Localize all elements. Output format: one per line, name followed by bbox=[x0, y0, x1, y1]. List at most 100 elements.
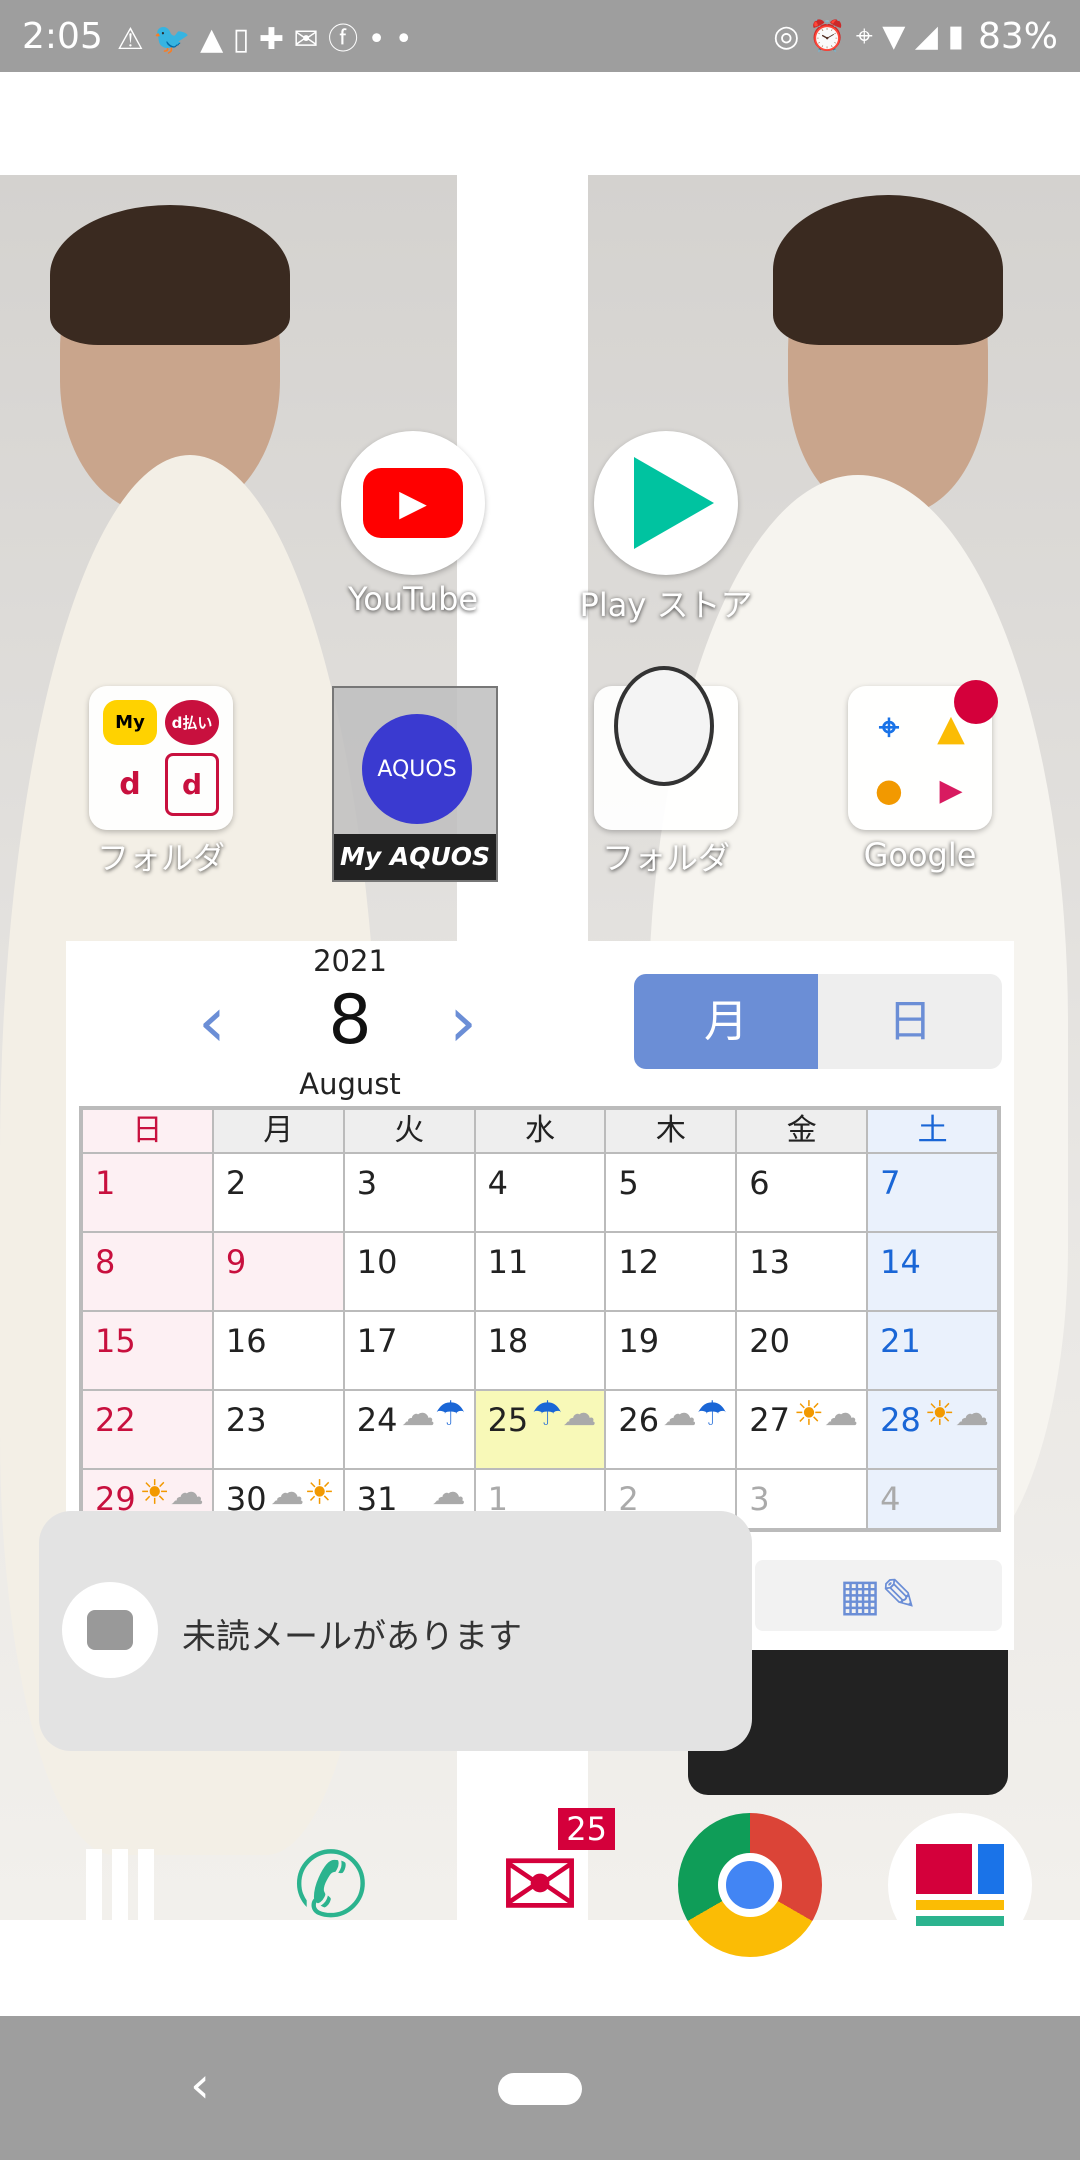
day-number: 23 bbox=[225, 1401, 267, 1439]
calendar-month-name: August bbox=[299, 1067, 401, 1101]
google-folder[interactable]: ⌖ ▲ ● ▶ bbox=[848, 680, 998, 830]
weekday-header: 火 bbox=[343, 1109, 475, 1153]
calendar-day[interactable]: 3 bbox=[736, 1469, 868, 1529]
calendar-day[interactable]: 16 bbox=[212, 1311, 344, 1390]
weather-cloudy-rain-icon: ☁☂ bbox=[401, 1394, 466, 1434]
calendar-day[interactable]: 7 bbox=[867, 1153, 998, 1232]
youtube-app[interactable]: ▶ bbox=[341, 431, 485, 575]
calendar-day[interactable]: 19 bbox=[605, 1311, 737, 1390]
calendar-day[interactable]: 3 bbox=[343, 1153, 475, 1232]
day-number: 13 bbox=[749, 1243, 790, 1281]
calendar-day[interactable]: 13 bbox=[736, 1232, 868, 1311]
calendar-day[interactable]: 21 bbox=[867, 1311, 998, 1390]
phone-app[interactable]: ✆ bbox=[266, 1820, 396, 1950]
day-number: 15 bbox=[95, 1322, 136, 1360]
month-view-button[interactable]: 月 bbox=[634, 974, 818, 1069]
phone-icon: ✆ bbox=[293, 1832, 369, 1938]
calendar-day[interactable]: 11 bbox=[474, 1232, 606, 1311]
docomo-folder[interactable]: My d払い d d bbox=[89, 686, 233, 830]
weekday-header: 木 bbox=[605, 1109, 737, 1153]
google-folder-label: Google bbox=[863, 836, 977, 874]
weekday-header: 水 bbox=[474, 1109, 606, 1153]
weather-rain-cloudy-icon: ☂☁ bbox=[531, 1394, 597, 1434]
day-number: 26 bbox=[618, 1401, 660, 1439]
calendar-day[interactable]: 10 bbox=[343, 1232, 475, 1311]
calendar-day[interactable]: 27 ☀☁ bbox=[736, 1390, 868, 1469]
day-number: 25 bbox=[487, 1401, 529, 1439]
calendar-day[interactable]: 6 bbox=[736, 1153, 868, 1232]
calendar-day[interactable]: 23 bbox=[212, 1390, 344, 1469]
youtube-label: YouTube bbox=[347, 580, 479, 618]
day-number: 16 bbox=[225, 1322, 267, 1360]
edit-calendar-button[interactable]: ▦✎ bbox=[755, 1560, 1002, 1631]
weekday-header: 日 bbox=[82, 1109, 213, 1153]
chrome-app[interactable] bbox=[678, 1813, 822, 1957]
calendar-day[interactable]: 2 bbox=[212, 1153, 344, 1232]
calendar-day[interactable]: 1 bbox=[82, 1153, 213, 1232]
play-store-app[interactable] bbox=[594, 431, 738, 575]
toast-text: 未読メールがあります bbox=[182, 1617, 522, 1657]
prev-month-button[interactable]: ‹ bbox=[198, 981, 226, 1063]
calendar-day[interactable]: 15 bbox=[82, 1311, 213, 1390]
calendar-day[interactable]: 14 bbox=[867, 1232, 998, 1311]
sheep-icon bbox=[614, 666, 714, 786]
calendar-day[interactable]: 25 ☂☁ bbox=[474, 1390, 606, 1469]
calendar-day[interactable]: 9 bbox=[212, 1232, 344, 1311]
battery-percent: 83% bbox=[977, 15, 1058, 57]
day-number: 1 bbox=[95, 1164, 116, 1202]
calendar-year: 2021 bbox=[313, 944, 387, 978]
app-drawer-button[interactable] bbox=[55, 1820, 185, 1950]
calendar-day[interactable]: 24 ☁☂ bbox=[343, 1390, 475, 1469]
news-icon bbox=[916, 1844, 1004, 1926]
day-number: 6 bbox=[749, 1164, 770, 1202]
back-button[interactable]: ‹ bbox=[190, 2056, 210, 2114]
day-number: 19 bbox=[618, 1322, 660, 1360]
d-menu-icon: d bbox=[165, 753, 219, 816]
weekday-header: 月 bbox=[212, 1109, 344, 1153]
calendar-day[interactable]: 4 bbox=[867, 1469, 998, 1529]
day-number: 10 bbox=[356, 1243, 398, 1281]
day-number: 2 bbox=[225, 1164, 247, 1202]
menu-bars-icon bbox=[86, 1849, 154, 1921]
folder-label: フォルダ bbox=[96, 839, 225, 877]
day-number: 8 bbox=[95, 1243, 116, 1281]
next-month-button[interactable]: › bbox=[449, 981, 477, 1063]
notification-dot bbox=[954, 680, 998, 724]
play-movies-icon: ▶ bbox=[939, 772, 963, 808]
weather-cloudy-icon: ☁ bbox=[431, 1473, 466, 1513]
calendar-day[interactable]: 28 ☀☁ bbox=[867, 1390, 998, 1469]
news-app[interactable] bbox=[888, 1813, 1032, 1957]
folder-2[interactable] bbox=[594, 666, 738, 830]
calendar-day[interactable]: 22 bbox=[82, 1390, 213, 1469]
my-aquos-label: My AQUOS bbox=[334, 834, 496, 880]
day-number: 7 bbox=[880, 1164, 901, 1202]
clock: 2:05 bbox=[22, 15, 103, 57]
weather-sunny-cloudy-icon: ☀☁ bbox=[924, 1394, 989, 1434]
day-number: 14 bbox=[880, 1243, 921, 1281]
my-docomo-icon: My bbox=[103, 700, 157, 745]
day-view-button[interactable]: 日 bbox=[818, 974, 1002, 1069]
weekday-header: 土 bbox=[867, 1109, 998, 1153]
day-number: 9 bbox=[225, 1243, 247, 1281]
weather-cloudy-sunny-icon: ☁☀ bbox=[270, 1473, 335, 1513]
calendar-day[interactable]: 8 bbox=[82, 1232, 213, 1311]
maps-icon: ⌖ bbox=[878, 707, 900, 748]
calendar-day[interactable]: 17 bbox=[343, 1311, 475, 1390]
day-number: 20 bbox=[749, 1322, 790, 1360]
home-button[interactable] bbox=[498, 2073, 582, 2105]
mail-app[interactable]: ✉ 25 bbox=[475, 1808, 615, 1950]
calendar-day[interactable]: 26 ☁☂ bbox=[605, 1390, 737, 1469]
calendar-day[interactable]: 5 bbox=[605, 1153, 737, 1232]
message-icon bbox=[62, 1582, 158, 1678]
day-number: 21 bbox=[880, 1322, 921, 1360]
calendar-day[interactable]: 20 bbox=[736, 1311, 868, 1390]
calendar-day[interactable]: 12 bbox=[605, 1232, 737, 1311]
my-aquos-widget[interactable]: AQUOS My AQUOS bbox=[332, 686, 498, 882]
day-number: 24 bbox=[356, 1401, 398, 1439]
weather-cloudy-rain-icon: ☁☂ bbox=[662, 1394, 728, 1434]
d-barai-icon: d払い bbox=[165, 700, 219, 745]
day-number: 4 bbox=[880, 1480, 901, 1518]
calendar-day[interactable]: 18 bbox=[474, 1311, 606, 1390]
day-number: 27 bbox=[749, 1401, 790, 1439]
calendar-day[interactable]: 4 bbox=[474, 1153, 606, 1232]
